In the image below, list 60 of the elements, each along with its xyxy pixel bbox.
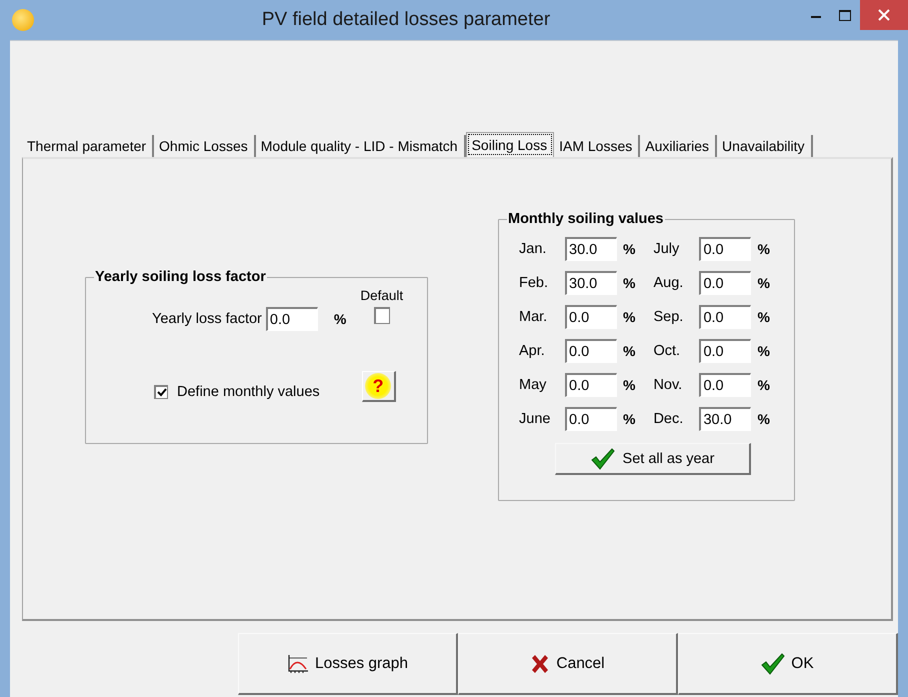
tab[interactable]: Soiling Loss <box>466 132 554 157</box>
unit-label: % <box>623 275 636 291</box>
checkbox-label: Define monthly values <box>177 384 320 400</box>
check-icon <box>590 448 615 470</box>
check-icon <box>761 652 786 674</box>
month-label: Jan. <box>519 241 548 257</box>
month-label: Apr. <box>519 343 546 359</box>
unit-label: % <box>757 343 770 359</box>
month-label: Oct. <box>653 343 682 359</box>
unit-label: % <box>757 309 770 325</box>
input-field[interactable]: 0.0 <box>699 237 752 261</box>
checkbox-label: Default <box>360 288 404 303</box>
unit-label: % <box>757 275 770 291</box>
unit-label: % <box>757 241 770 257</box>
close-icon <box>878 9 890 21</box>
month-label: Dec. <box>653 411 684 427</box>
app-logo-icon <box>12 9 34 31</box>
checkbox[interactable] <box>154 384 168 398</box>
input-field[interactable]: 0.0 <box>565 373 617 397</box>
input-field[interactable]: 30.0 <box>565 237 617 261</box>
month-label: Nov. <box>653 377 684 393</box>
set-all-button[interactable]: Set all as year <box>555 443 751 475</box>
month-label: May <box>519 377 548 393</box>
checkbox[interactable] <box>374 307 390 324</box>
maximize-icon <box>839 10 851 20</box>
input-field[interactable]: 0.0 <box>699 373 752 397</box>
graph-icon <box>286 654 309 674</box>
unit-label: % <box>623 241 636 257</box>
close-button[interactable] <box>860 0 908 30</box>
input-field[interactable]: 0.0 <box>699 339 752 363</box>
group-title: Yearly soiling loss factor <box>94 269 267 285</box>
month-label: Aug. <box>653 275 684 291</box>
unit-label: % <box>757 411 770 427</box>
input-field[interactable]: 0.0 <box>699 305 752 329</box>
ok-button[interactable]: OK <box>678 633 898 695</box>
input-field[interactable]: 0.0 <box>565 339 617 363</box>
losses-graph-button[interactable]: Losses graph <box>238 633 458 695</box>
month-label: Sep. <box>653 309 684 325</box>
input-field[interactable]: 0.0 <box>699 271 752 295</box>
month-label: Mar. <box>519 309 548 325</box>
cross-icon <box>530 654 550 674</box>
unit-label: % <box>623 343 636 359</box>
month-label: June <box>519 411 552 427</box>
field-label: Yearly loss factor <box>152 311 262 327</box>
input-field[interactable]: 0.0 <box>565 305 617 329</box>
unit-label: % <box>623 377 636 393</box>
group-title: Monthly soiling values <box>507 211 664 227</box>
unit-label: % <box>623 309 636 325</box>
input-field[interactable]: 30.0 <box>565 271 617 295</box>
cancel-button[interactable]: Cancel <box>458 633 678 695</box>
input-field[interactable]: 0.0 <box>565 407 617 431</box>
input-field[interactable]: 0.0 <box>266 307 318 331</box>
unit-label: % <box>623 411 636 427</box>
month-label: Feb. <box>519 275 550 291</box>
unit-label: % <box>757 377 770 393</box>
window-title: PV field detailed losses parameter <box>260 9 552 31</box>
help-button[interactable]: ? <box>362 371 396 402</box>
month-label: July <box>653 241 680 257</box>
unit-label: % <box>334 311 346 327</box>
input-field[interactable]: 30.0 <box>699 407 752 431</box>
